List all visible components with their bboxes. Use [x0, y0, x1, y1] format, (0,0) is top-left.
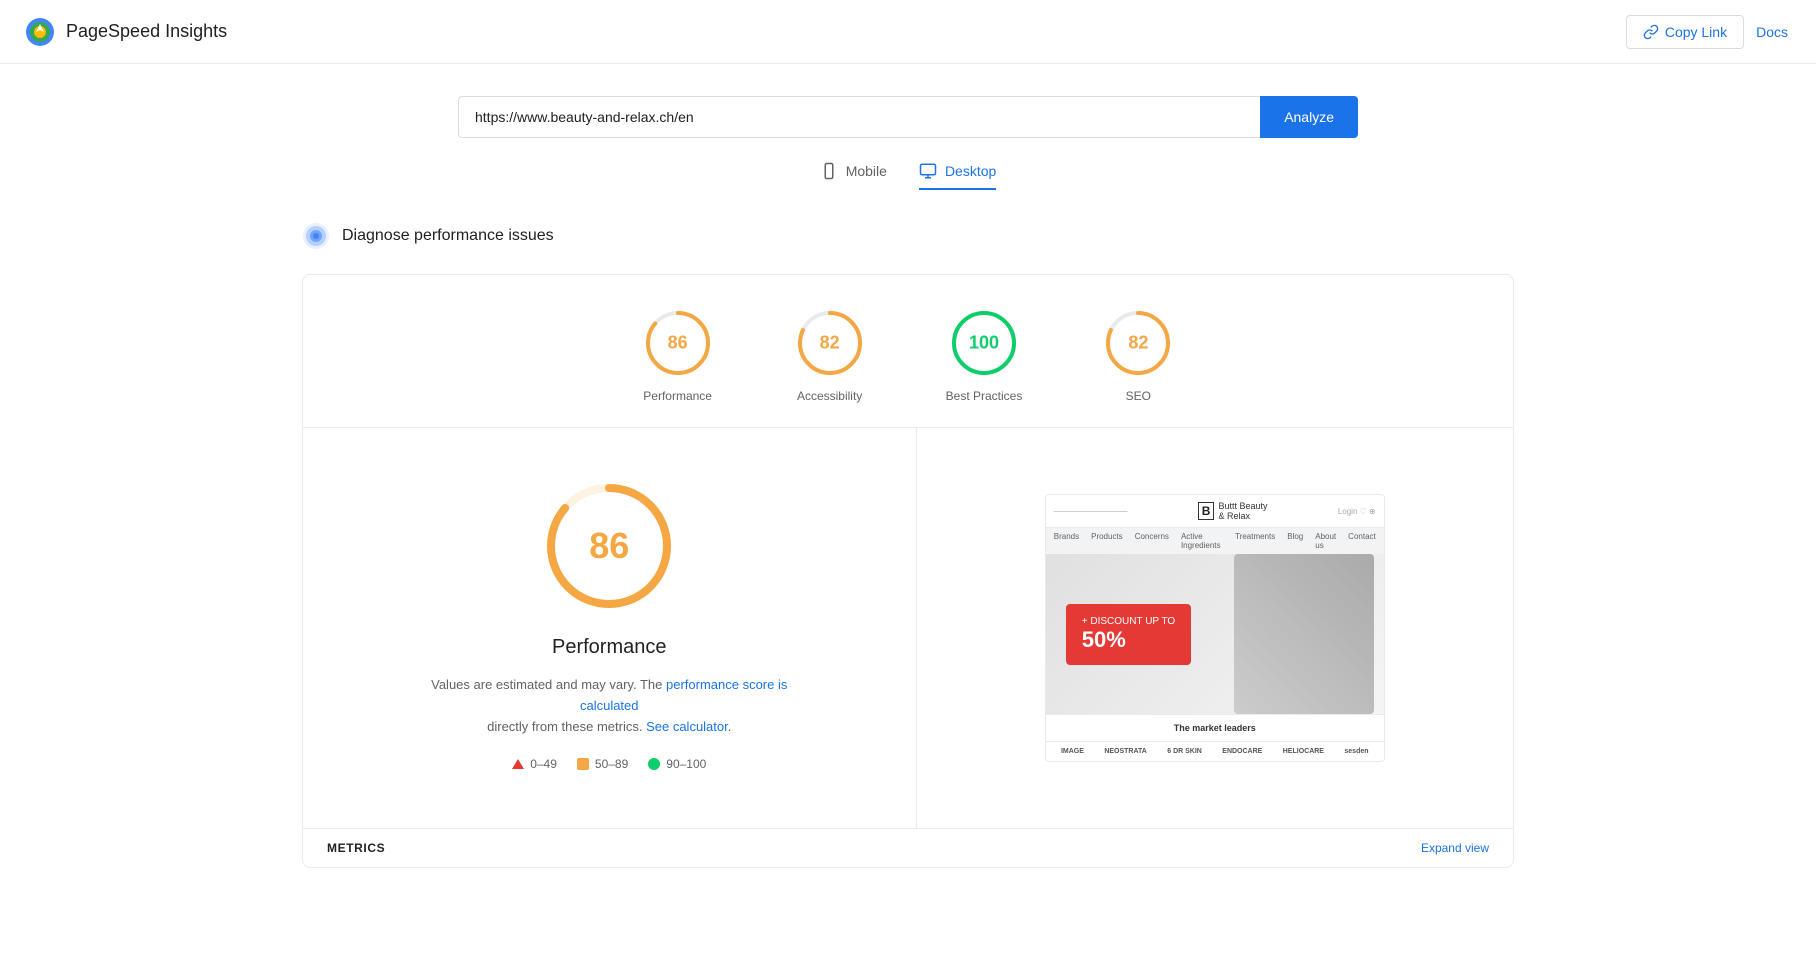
mobile-icon: [820, 162, 838, 180]
main-content: Analyze Mobile Desktop Diagn: [278, 64, 1538, 900]
brand-skin-centre: 6 DR SKIN: [1167, 748, 1202, 755]
diagnose-section: Diagnose performance issues: [302, 222, 1514, 250]
score-item-best-practices[interactable]: 100 Best Practices: [946, 307, 1023, 403]
score-value-best-practices: 100: [969, 333, 999, 354]
score-item-seo[interactable]: 82 SEO: [1102, 307, 1174, 403]
expand-view-button[interactable]: Expand view: [1421, 841, 1489, 855]
score-label-accessibility: Accessibility: [797, 389, 862, 403]
screenshot-hero: + DISCOUNT UP TO 50%: [1046, 554, 1384, 714]
legend-item-pass: 90–100: [648, 757, 706, 771]
brand-image: IMAGE: [1061, 748, 1084, 755]
score-label-seo: SEO: [1126, 389, 1151, 403]
fail-icon: [512, 759, 524, 769]
screenshot-logo: B Buttt Beauty& Relax: [1198, 501, 1268, 521]
desktop-icon: [919, 162, 937, 180]
nav-about: About us: [1315, 532, 1336, 550]
url-bar-section: Analyze: [302, 96, 1514, 138]
detail-left: 86 Performance Values are estimated and …: [303, 428, 917, 828]
header: PageSpeed Insights Copy Link Docs: [0, 0, 1816, 64]
nav-treatments: Treatments: [1235, 532, 1275, 550]
score-circle-seo: 82: [1102, 307, 1174, 379]
legend-item-average: 50–89: [577, 757, 628, 771]
desc-suffix: .: [728, 719, 732, 734]
url-input[interactable]: [458, 96, 1260, 138]
pass-icon: [648, 758, 660, 770]
screenshot-header: ───────────── B Buttt Beauty& Relax Logi…: [1046, 495, 1384, 528]
copy-link-button[interactable]: Copy Link: [1626, 15, 1744, 49]
pagespeed-logo-icon: [24, 16, 56, 48]
copy-link-label: Copy Link: [1665, 24, 1727, 40]
desc-middle: directly from these metrics.: [487, 719, 642, 734]
mode-tabs: Mobile Desktop: [302, 162, 1514, 190]
detail-section: 86 Performance Values are estimated and …: [303, 428, 1513, 828]
legend-label-average: 50–89: [595, 757, 628, 771]
score-item-accessibility[interactable]: 82 Accessibility: [794, 307, 866, 403]
detail-title: Performance: [552, 636, 667, 659]
diagnose-icon: [302, 222, 330, 250]
url-bar-wrapper: Analyze: [458, 96, 1358, 138]
nav-ingredients: Active Ingredients: [1181, 532, 1223, 550]
analyze-button[interactable]: Analyze: [1260, 96, 1358, 138]
metrics-bar: METRICS Expand view: [303, 828, 1513, 867]
logo-area: PageSpeed Insights: [24, 16, 227, 48]
nav-contact: Contact: [1348, 532, 1376, 550]
link-icon: [1643, 24, 1659, 40]
docs-link[interactable]: Docs: [1752, 16, 1792, 48]
brand-neostrata: NEOSTRATA: [1104, 748, 1147, 755]
results-card: 86 Performance 82 Accessibility: [302, 274, 1514, 868]
large-score-circle: 86: [539, 476, 679, 616]
average-icon: [577, 758, 589, 770]
screenshot-nav: Brands Products Concerns Active Ingredie…: [1046, 528, 1384, 554]
metrics-label: METRICS: [327, 841, 385, 855]
score-label-performance: Performance: [643, 389, 712, 403]
brand-heliocare: HELIOCARE: [1283, 748, 1324, 755]
screenshot-footer: The market leaders: [1046, 714, 1384, 741]
score-value-seo: 82: [1128, 333, 1148, 354]
nav-blog: Blog: [1287, 532, 1303, 550]
screenshot-woman: [1234, 554, 1374, 714]
legend-label-pass: 90–100: [666, 757, 706, 771]
screenshot-logo-b: B: [1198, 502, 1215, 520]
score-item-performance[interactable]: 86 Performance: [642, 307, 714, 403]
score-circle-best-practices: 100: [948, 307, 1020, 379]
diagnose-title: Diagnose performance issues: [342, 227, 554, 245]
tab-desktop-label: Desktop: [945, 163, 996, 179]
score-value-performance: 86: [668, 333, 688, 354]
nav-products: Products: [1091, 532, 1123, 550]
score-value-accessibility: 82: [820, 333, 840, 354]
screenshot-badge: + DISCOUNT UP TO 50%: [1066, 604, 1191, 665]
score-circle-accessibility: 82: [794, 307, 866, 379]
score-circle-performance: 86: [642, 307, 714, 379]
legend-label-fail: 0–49: [530, 757, 557, 771]
screenshot-preview: ───────────── B Buttt Beauty& Relax Logi…: [1045, 494, 1385, 762]
score-label-best-practices: Best Practices: [946, 389, 1023, 403]
app-title: PageSpeed Insights: [66, 21, 227, 42]
brand-sesden: sesden: [1344, 748, 1368, 755]
brand-endocare: ENDOCARE: [1222, 748, 1262, 755]
large-score-value: 86: [589, 525, 629, 567]
detail-right: ───────────── B Buttt Beauty& Relax Logi…: [917, 428, 1514, 828]
tab-mobile-label: Mobile: [846, 163, 887, 179]
nav-concerns: Concerns: [1135, 532, 1169, 550]
legend-item-fail: 0–49: [512, 757, 557, 771]
detail-description: Values are estimated and may vary. The p…: [429, 675, 789, 737]
header-actions: Copy Link Docs: [1626, 15, 1792, 49]
tab-mobile[interactable]: Mobile: [820, 162, 887, 190]
screenshot-logo-text: Buttt Beauty& Relax: [1218, 501, 1267, 521]
desc-link2[interactable]: See calculator: [646, 719, 728, 734]
screenshot-brands: IMAGE NEOSTRATA 6 DR SKIN ENDOCARE HELIO…: [1046, 741, 1384, 761]
nav-brands: Brands: [1054, 532, 1079, 550]
desc-prefix: Values are estimated and may vary. The: [431, 677, 662, 692]
tab-desktop[interactable]: Desktop: [919, 162, 996, 190]
scores-row: 86 Performance 82 Accessibility: [303, 275, 1513, 428]
legend: 0–49 50–89 90–100: [512, 757, 706, 771]
